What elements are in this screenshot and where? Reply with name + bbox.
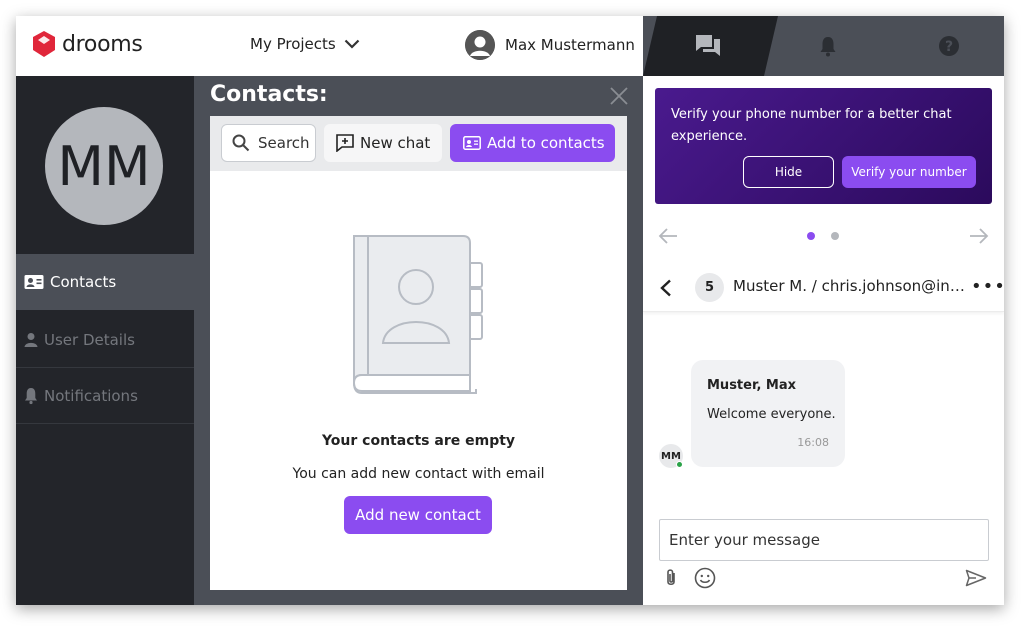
help-icon: ? <box>939 36 959 56</box>
emoji-icon[interactable] <box>694 567 716 589</box>
chat-icon <box>696 35 720 56</box>
send-icon[interactable] <box>965 569 987 587</box>
search-placeholder: Search <box>258 134 310 152</box>
my-projects-dropdown[interactable]: My Projects <box>250 35 360 53</box>
user-name: Max Mustermann <box>505 36 635 54</box>
attachment-icon[interactable] <box>663 568 679 588</box>
more-options-button[interactable]: ••• <box>971 276 1004 297</box>
hide-button[interactable]: Hide <box>743 156 834 188</box>
contacts-card-icon <box>24 275 44 289</box>
nav-item-notifications[interactable]: Notifications <box>16 368 194 424</box>
bell-icon <box>25 387 37 404</box>
verify-number-button[interactable]: Verify your number <box>842 156 976 188</box>
add-to-contacts-button[interactable]: Add to contacts <box>450 124 615 162</box>
drooms-logo-icon <box>33 31 55 57</box>
conversation-header: 5 Muster M. / chris.johnson@inbox.com ••… <box>643 262 1004 312</box>
chevron-left-icon[interactable] <box>659 279 673 297</box>
carousel-dot-2[interactable] <box>831 232 839 240</box>
add-new-contact-button[interactable]: Add new contact <box>344 496 492 534</box>
chevron-down-icon <box>344 39 360 49</box>
empty-subtitle: You can add new contact with email <box>292 466 545 482</box>
chat-panel: Verify your phone number for a better ch… <box>643 76 1004 605</box>
search-icon <box>232 134 250 152</box>
address-book-icon <box>352 235 483 394</box>
new-chat-button[interactable]: New chat <box>324 124 442 162</box>
verify-banner-text: Verify your phone number for a better ch… <box>671 107 952 144</box>
contacts-toolbar: Search New chat Add to contacts <box>210 116 627 171</box>
arrow-right-icon[interactable] <box>968 226 990 246</box>
tab-help[interactable]: ? <box>936 34 962 58</box>
nav-label-notifications: Notifications <box>44 386 138 405</box>
profile-avatar: MM <box>45 107 163 225</box>
empty-title: Your contacts are empty <box>321 433 516 449</box>
message-sender: Muster, Max <box>707 378 797 393</box>
participant-count-badge: 5 <box>695 273 724 302</box>
svg-text:?: ? <box>945 39 953 55</box>
contacts-empty-state: Your contacts are empty You can add new … <box>210 171 627 590</box>
bell-icon <box>820 37 836 57</box>
online-status-indicator <box>676 461 683 468</box>
right-tab-bar: ? <box>643 16 1004 76</box>
nav-item-user-details[interactable]: User Details <box>16 312 194 368</box>
nav-item-contacts[interactable]: Contacts <box>16 254 194 310</box>
brand-name: drooms <box>62 31 143 57</box>
message-input[interactable] <box>659 519 989 561</box>
nav-label-contacts: Contacts <box>50 273 117 291</box>
contacts-title: Contacts: <box>210 82 328 107</box>
conversation-title[interactable]: Muster M. / chris.johnson@inbox.com <box>733 277 965 295</box>
message-bubble: Muster, Max Welcome everyone. 16:08 <box>691 360 845 467</box>
tab-chat[interactable] <box>695 34 721 58</box>
top-bar: drooms My Projects Max Mustermann <box>16 16 643 76</box>
verify-phone-banner: Verify your phone number for a better ch… <box>655 88 992 204</box>
add-to-contacts-label: Add to contacts <box>487 134 605 152</box>
tab-notifications[interactable] <box>815 34 841 58</box>
contacts-search[interactable]: Search <box>221 124 316 162</box>
left-nav: MM Contacts User Details Notifications <box>16 76 194 605</box>
user-icon <box>24 332 38 347</box>
arrow-left-icon[interactable] <box>657 226 679 246</box>
user-avatar-icon <box>465 30 495 60</box>
contact-card-icon <box>463 136 481 150</box>
close-icon[interactable] <box>609 86 629 106</box>
user-menu[interactable]: Max Mustermann <box>465 30 635 60</box>
app-window: drooms My Projects Max Mustermann ? MM C… <box>16 16 1004 605</box>
message-text: Welcome everyone. <box>707 407 836 422</box>
new-chat-icon <box>336 134 354 152</box>
message-time: 16:08 <box>797 436 829 449</box>
carousel-dot-1[interactable] <box>807 232 815 240</box>
drooms-logo[interactable]: drooms <box>32 30 143 58</box>
nav-label-user-details: User Details <box>44 330 135 349</box>
contacts-panel: Contacts: Search New chat Add to contact… <box>194 76 643 605</box>
my-projects-label: My Projects <box>250 35 336 53</box>
new-chat-label: New chat <box>360 134 431 152</box>
